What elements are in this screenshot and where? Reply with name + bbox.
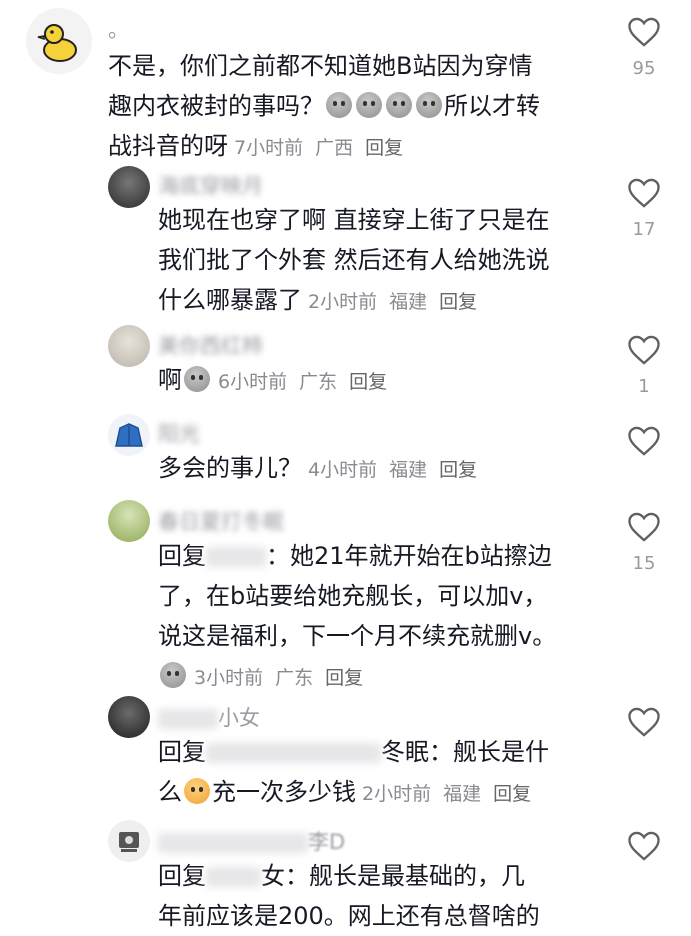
like-count: 1 [638, 376, 650, 397]
like-button[interactable]: 95 [619, 16, 669, 79]
avatar[interactable] [108, 414, 150, 456]
comment-text: 多会的事儿？ 4小时前 福建 回复 [158, 454, 478, 482]
blurred-mention [206, 867, 261, 887]
location: 福建 [443, 783, 482, 805]
like-count: 17 [632, 219, 656, 240]
heart-icon [628, 178, 660, 208]
username[interactable]: 春日夏打冬眠 [158, 506, 284, 536]
like-count: 15 [632, 553, 656, 574]
like-button[interactable] [619, 706, 669, 748]
comment-text: 不是，你们之前都不知道她B站因为穿情 趣内衣被封的事吗？ 所以才转 战抖音的呀 7小… [108, 52, 540, 160]
emoji-icon [326, 92, 352, 118]
blurred-mention [206, 743, 381, 763]
location: 广东 [299, 371, 338, 393]
timestamp: 7小时前 [234, 137, 304, 159]
like-count: 95 [632, 58, 656, 79]
like-button[interactable] [619, 830, 669, 872]
emoji-icon [160, 662, 186, 688]
like-button[interactable] [619, 425, 669, 467]
comment-text: 啊 6小时前 广东 回复 [158, 366, 388, 394]
heart-icon [628, 426, 660, 456]
like-button[interactable]: 15 [619, 511, 669, 574]
timestamp: 6小时前 [218, 371, 288, 393]
location: 福建 [389, 291, 428, 313]
reply-button[interactable]: 回复 [439, 291, 477, 313]
avatar[interactable] [108, 820, 150, 862]
location: 广东 [275, 667, 314, 689]
reply-button[interactable]: 回复 [365, 137, 403, 159]
timestamp: 4小时前 [308, 459, 378, 481]
jacket-icon [115, 423, 143, 447]
location: 福建 [389, 459, 428, 481]
avatar[interactable] [108, 325, 150, 367]
emoji-icon [416, 92, 442, 118]
blurred-mention [206, 547, 266, 567]
comment-text: 她现在也穿了啊 直接穿上街了只是在 我们批了个外套 然后还有人给她洗说 什么哪暴… [158, 206, 550, 314]
avatar[interactable] [26, 8, 92, 74]
timestamp: 2小时前 [308, 291, 378, 313]
reply-button[interactable]: 回复 [349, 371, 387, 393]
emoji-icon [386, 92, 412, 118]
like-button[interactable]: 1 [619, 334, 669, 397]
heart-icon [628, 17, 660, 47]
username[interactable]: 。 [108, 14, 129, 44]
duck-icon [37, 24, 77, 62]
comment-text: 回复 ：她21年就开始在b站擦边 了，在b站要给她充舰长，可以加v， 说这是福利，… [158, 542, 557, 689]
emoji-icon [184, 366, 210, 392]
reply-button[interactable]: 回复 [493, 783, 531, 805]
username[interactable]: 小女 [158, 702, 260, 732]
reply-button[interactable]: 回复 [325, 667, 363, 689]
username[interactable]: 阳光 [158, 418, 200, 448]
heart-icon [628, 831, 660, 861]
heart-icon [628, 512, 660, 542]
heart-icon [628, 707, 660, 737]
username[interactable]: 海底穿映月 [158, 170, 263, 200]
comment-text: 回复 女：舰长是最基础的，几 年前应该是200。网上还有总督啥的 [158, 862, 540, 930]
location: 广西 [315, 137, 354, 159]
avatar[interactable] [108, 500, 150, 542]
username[interactable]: 美你西红柿 [158, 330, 263, 360]
emoji-icon [356, 92, 382, 118]
like-button[interactable]: 17 [619, 177, 669, 240]
username[interactable]: 李D [158, 826, 345, 856]
timestamp: 2小时前 [362, 783, 432, 805]
heart-icon [628, 335, 660, 365]
avatar[interactable] [108, 166, 150, 208]
crying-emoji-icon [184, 778, 210, 804]
avatar[interactable] [108, 696, 150, 738]
reply-button[interactable]: 回复 [439, 459, 477, 481]
tv-icon [119, 832, 139, 852]
timestamp: 3小时前 [194, 667, 264, 689]
comment-text: 回复 冬眠：舰长是什 么充一次多少钱 2小时前 福建 回复 [158, 738, 549, 806]
